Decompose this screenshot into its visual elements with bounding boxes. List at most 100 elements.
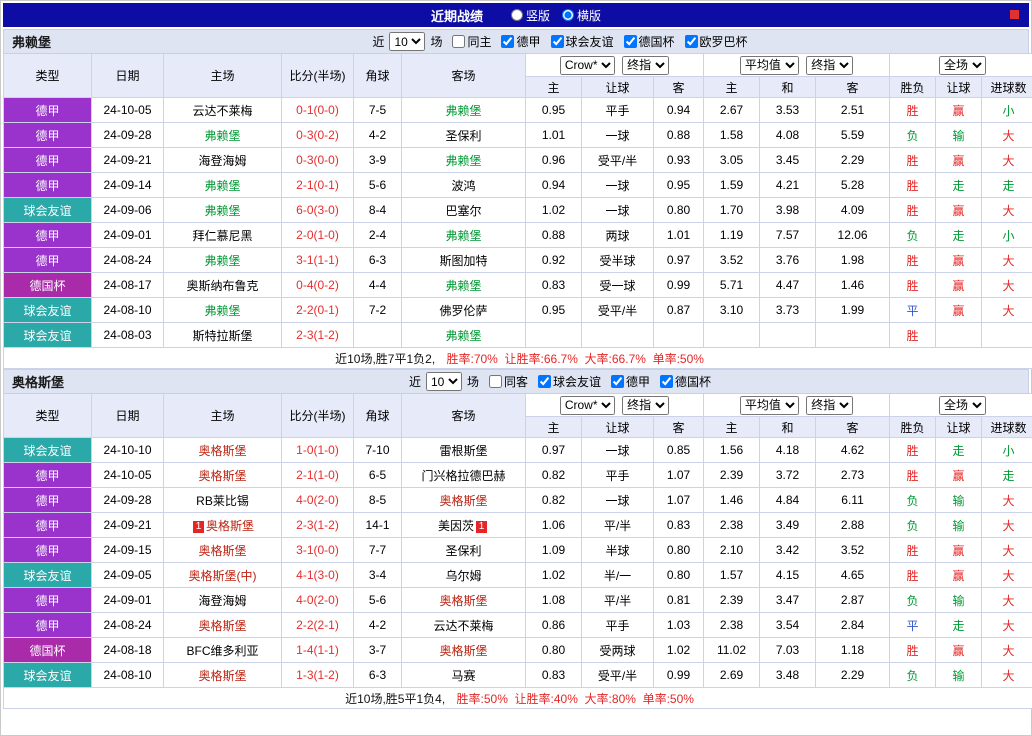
- league-filter[interactable]: 球会友谊: [531, 373, 601, 390]
- handicap-time-select[interactable]: 终指: [622, 395, 670, 415]
- match-score[interactable]: 3-1(0-0): [281, 537, 354, 563]
- match-score[interactable]: 1-0(1-0): [281, 437, 354, 463]
- match-score[interactable]: 2-1(1-0): [281, 462, 354, 488]
- home-team-cell[interactable]: 1 奥格斯堡: [163, 512, 282, 538]
- away-team-cell[interactable]: 弗赖堡: [401, 222, 526, 248]
- home-team-cell[interactable]: 奥格斯堡: [163, 537, 282, 563]
- avg-type-select[interactable]: 平均值: [739, 395, 799, 415]
- avg-time-select[interactable]: 终指: [806, 55, 854, 75]
- home-team-cell[interactable]: 奥格斯堡: [163, 662, 282, 688]
- league-filter-checkbox[interactable]: [611, 375, 625, 388]
- match-score[interactable]: 2-3(1-2): [281, 322, 354, 348]
- home-team-cell[interactable]: 海登海姆: [163, 587, 282, 613]
- match-score[interactable]: 2-2(2-1): [281, 612, 354, 638]
- home-team-cell[interactable]: 云达不莱梅: [163, 97, 282, 123]
- col-away: 客场: [401, 393, 526, 438]
- match-score[interactable]: 2-1(0-1): [281, 172, 354, 198]
- layout-option-horizontal[interactable]: 横版: [562, 7, 601, 24]
- handicap-time-select[interactable]: 终指: [622, 55, 670, 75]
- sub-col-goals-result: 进球数: [981, 416, 1032, 438]
- same-venue-filter[interactable]: 同主: [445, 33, 491, 50]
- league-filter[interactable]: 德甲: [494, 33, 541, 50]
- league-filter[interactable]: 德国杯: [653, 373, 711, 390]
- away-team-cell[interactable]: 奥格斯堡: [401, 487, 526, 513]
- home-team-cell[interactable]: 斯特拉斯堡: [163, 322, 282, 348]
- away-team-cell[interactable]: 奥格斯堡: [401, 587, 526, 613]
- layout-radio[interactable]: [562, 9, 574, 21]
- home-team-cell[interactable]: 海登海姆: [163, 147, 282, 173]
- league-filter-checkbox[interactable]: [501, 35, 515, 48]
- home-team-cell[interactable]: 弗赖堡: [163, 122, 282, 148]
- away-team-cell[interactable]: 弗赖堡: [401, 147, 526, 173]
- scope-select[interactable]: 全场: [939, 55, 987, 75]
- league-filter-checkbox[interactable]: [684, 35, 698, 48]
- away-team-cell[interactable]: 圣保利: [401, 537, 526, 563]
- league-filter-checkbox[interactable]: [660, 375, 674, 388]
- home-team-cell[interactable]: 奥格斯堡: [163, 612, 282, 638]
- away-team-cell[interactable]: 雷根斯堡: [401, 437, 526, 463]
- league-filter[interactable]: 球会友谊: [544, 33, 614, 50]
- match-score[interactable]: 0-3(0-0): [281, 147, 354, 173]
- away-team-cell[interactable]: 乌尔姆: [401, 562, 526, 588]
- home-team-cell[interactable]: 奥斯纳布鲁克: [163, 272, 282, 298]
- home-team-cell[interactable]: 奥格斯堡: [163, 462, 282, 488]
- layout-option-vertical[interactable]: 竖版: [510, 7, 550, 24]
- home-team-cell[interactable]: 奥格斯堡(中): [163, 562, 282, 588]
- match-score[interactable]: 4-1(3-0): [281, 562, 354, 588]
- away-team-cell[interactable]: 马赛: [401, 662, 526, 688]
- match-score[interactable]: 1-4(1-1): [281, 637, 354, 663]
- away-team-cell[interactable]: 斯图加特: [401, 247, 526, 273]
- home-team-cell[interactable]: 弗赖堡: [163, 247, 282, 273]
- result-goals: 走: [981, 172, 1032, 198]
- match-score[interactable]: 4-0(2-0): [281, 587, 354, 613]
- league-filter-checkbox[interactable]: [538, 375, 551, 388]
- league-filter-checkbox[interactable]: [550, 35, 564, 48]
- match-score[interactable]: 2-2(0-1): [281, 297, 354, 323]
- league-filter[interactable]: 德国杯: [617, 33, 675, 50]
- layout-radio[interactable]: [510, 9, 523, 21]
- handicap-home-odds: 1.02: [525, 197, 582, 223]
- recent-count-select[interactable]: 10: [425, 372, 462, 391]
- avg-type-select[interactable]: 平均值: [739, 55, 799, 75]
- match-score[interactable]: 6-0(3-0): [281, 197, 354, 223]
- away-team-cell[interactable]: 云达不莱梅: [401, 612, 526, 638]
- home-team-cell[interactable]: 弗赖堡: [163, 172, 282, 198]
- match-score[interactable]: 3-1(1-1): [281, 247, 354, 273]
- league-filter[interactable]: 德甲: [604, 373, 650, 390]
- same-venue-filter[interactable]: 同客: [482, 373, 528, 390]
- handicap-line: 半球: [581, 537, 654, 563]
- home-team-cell[interactable]: RB莱比锡: [163, 487, 282, 513]
- match-score[interactable]: 0-1(0-0): [281, 97, 354, 123]
- match-score[interactable]: 0-4(0-2): [281, 272, 354, 298]
- match-score[interactable]: 4-0(2-0): [281, 487, 354, 513]
- away-team-cell[interactable]: 门兴格拉德巴赫: [401, 462, 526, 488]
- league-filter[interactable]: 欧罗巴杯: [678, 33, 748, 50]
- home-team-cell[interactable]: BFC维多利亚: [163, 637, 282, 663]
- bookmaker-select[interactable]: Crow*: [559, 395, 615, 415]
- away-team-cell[interactable]: 弗赖堡: [401, 97, 526, 123]
- scope-select[interactable]: 全场: [939, 395, 987, 415]
- match-score[interactable]: 2-0(1-0): [281, 222, 354, 248]
- match-score[interactable]: 2-3(1-2): [281, 512, 354, 538]
- recent-count-select[interactable]: 10: [389, 32, 426, 51]
- bookmaker-select[interactable]: Crow*: [559, 55, 615, 75]
- home-team-cell[interactable]: 弗赖堡: [163, 297, 282, 323]
- home-team-cell[interactable]: 拜仁慕尼黑: [163, 222, 282, 248]
- away-team-cell[interactable]: 佛罗伦萨: [401, 297, 526, 323]
- same-venue-filter-checkbox[interactable]: [452, 35, 466, 48]
- away-team-cell[interactable]: 波鸿: [401, 172, 526, 198]
- match-score[interactable]: 1-3(1-2): [281, 662, 354, 688]
- match-score[interactable]: 0-3(0-2): [281, 122, 354, 148]
- away-team-cell[interactable]: 美因茨 1: [401, 512, 526, 538]
- league-filter-checkbox[interactable]: [623, 35, 637, 48]
- same-venue-filter-checkbox[interactable]: [488, 375, 502, 388]
- home-team-cell[interactable]: 奥格斯堡: [163, 437, 282, 463]
- away-team-cell[interactable]: 圣保利: [401, 122, 526, 148]
- away-team-cell[interactable]: 奥格斯堡: [401, 637, 526, 663]
- away-team-cell[interactable]: 弗赖堡: [401, 272, 526, 298]
- match-date: 24-09-21: [91, 147, 164, 173]
- away-team-cell[interactable]: 巴塞尔: [401, 197, 526, 223]
- home-team-cell[interactable]: 弗赖堡: [163, 197, 282, 223]
- avg-time-select[interactable]: 终指: [806, 395, 854, 415]
- away-team-cell[interactable]: 弗赖堡: [401, 322, 526, 348]
